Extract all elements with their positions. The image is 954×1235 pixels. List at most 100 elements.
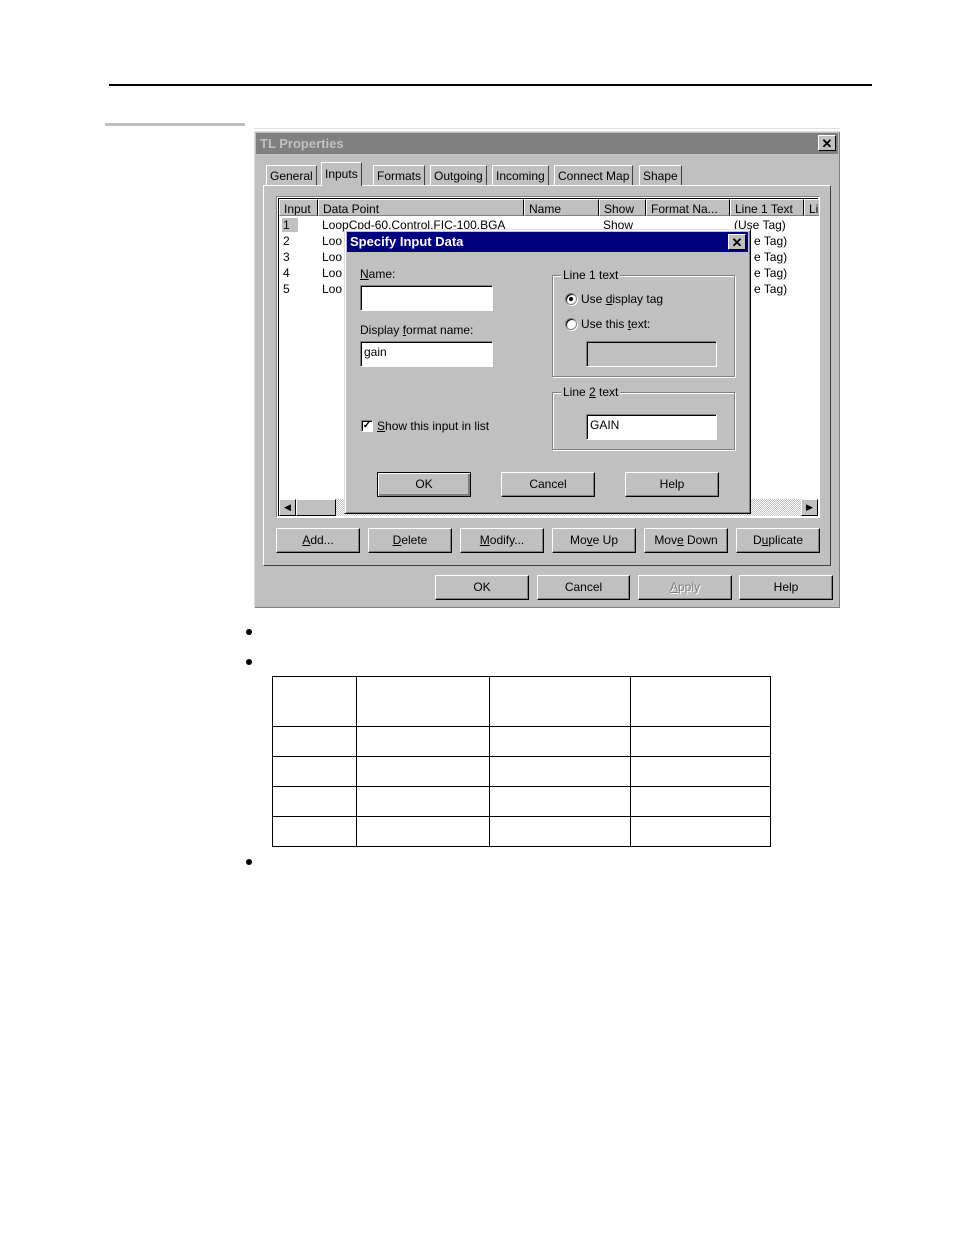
window-ok-button[interactable]: OK xyxy=(435,575,529,600)
table-cell xyxy=(489,786,631,817)
table-cell xyxy=(489,816,631,847)
dialog-title: Specify Input Data xyxy=(350,234,464,249)
dialog-help-button[interactable]: Help xyxy=(625,472,719,497)
window-top-edge xyxy=(254,128,840,129)
line1-custom-text-input[interactable] xyxy=(586,341,717,367)
display-format-input[interactable]: gain xyxy=(360,341,493,367)
table-row xyxy=(272,816,771,847)
tab-formats[interactable]: Formats xyxy=(373,165,426,185)
use-this-text-label[interactable]: Use this text: xyxy=(581,317,650,331)
tab-outgoing[interactable]: Outgoing xyxy=(430,165,487,185)
column-header-line2-text[interactable]: Li xyxy=(804,199,819,216)
tab-general[interactable]: General xyxy=(266,165,317,185)
name-input[interactable] xyxy=(360,285,493,311)
dialog-close-button[interactable]: ✕ xyxy=(728,234,746,250)
label-part: how this input in list xyxy=(385,419,490,433)
bullet-point xyxy=(246,659,252,665)
row-line1-text: e Tag) xyxy=(754,234,788,248)
table-cell xyxy=(356,726,490,757)
use-this-text-radio[interactable] xyxy=(565,318,577,330)
arrow-right-icon: ▶ xyxy=(806,502,813,512)
window-close-button[interactable]: ✕ xyxy=(818,135,836,151)
label-part: D xyxy=(752,533,762,547)
modify-button[interactable]: Modify... xyxy=(460,528,544,553)
table-row xyxy=(272,756,771,787)
close-icon: ✕ xyxy=(821,136,833,151)
tab-inputs[interactable]: Inputs xyxy=(321,162,362,186)
page-header-rule xyxy=(109,84,872,86)
arrow-left-icon: ◀ xyxy=(284,502,291,512)
column-header-line1-text[interactable]: Line 1 Text xyxy=(730,199,804,216)
column-header-name[interactable]: Name xyxy=(524,199,599,216)
column-header-data-point[interactable]: Data Point xyxy=(318,199,524,216)
table-cell xyxy=(272,756,357,787)
add-button[interactable]: Add... xyxy=(276,528,360,553)
dialog-cancel-button[interactable]: Cancel xyxy=(501,472,595,497)
bullet-point xyxy=(246,859,252,865)
table-row xyxy=(272,786,771,817)
label-part: elete xyxy=(401,533,428,547)
tab-connect-map[interactable]: Connect Map xyxy=(554,165,634,185)
label-part: e Up xyxy=(592,533,619,547)
window-apply-button[interactable]: Apply xyxy=(638,575,732,600)
scroll-right-button[interactable]: ▶ xyxy=(801,499,818,516)
table-cell xyxy=(356,676,490,727)
scroll-left-button[interactable]: ◀ xyxy=(279,499,296,516)
column-header-show[interactable]: Show xyxy=(599,199,646,216)
table-cell xyxy=(272,786,357,817)
row-input-number: 3 xyxy=(283,250,290,264)
window-cancel-button[interactable]: Cancel xyxy=(537,575,630,600)
row-line1-text: e Tag) xyxy=(754,266,788,280)
row-data-point: Loo xyxy=(322,250,343,264)
tab-incoming[interactable]: Incoming xyxy=(492,165,549,185)
use-display-tag-label[interactable]: Use display tag xyxy=(581,292,663,306)
label-part: Line xyxy=(563,385,590,399)
row-data-point: Loo xyxy=(322,282,343,296)
table-cell xyxy=(630,726,771,757)
label-part: odify... xyxy=(489,533,525,547)
name-label: Name: xyxy=(360,267,395,281)
mnemonic: D xyxy=(392,533,402,547)
duplicate-button[interactable]: Duplicate xyxy=(736,528,820,553)
show-in-list-label[interactable]: Show this input in list xyxy=(377,419,489,433)
specify-input-data-dialog: Specify Input Data ✕ Name: Display forma… xyxy=(344,229,751,514)
section-marker-rule xyxy=(105,123,245,126)
mnemonic: e xyxy=(676,533,684,547)
label-part: isplay tag xyxy=(612,292,664,306)
row-line1-text: e Tag) xyxy=(754,250,788,264)
move-down-button[interactable]: Move Down xyxy=(644,528,728,553)
label-part: Mo xyxy=(569,533,587,547)
label-part: Down xyxy=(683,533,718,547)
table-row xyxy=(272,726,771,757)
table-cell xyxy=(630,786,771,817)
tab-shape[interactable]: Shape xyxy=(639,165,682,185)
window-title: TL Properties xyxy=(260,136,344,151)
show-in-list-checkbox[interactable]: ✓ xyxy=(361,420,373,432)
table-header-row xyxy=(272,676,771,727)
bullet-point xyxy=(246,629,252,635)
table-cell xyxy=(489,726,631,757)
delete-button[interactable]: Delete xyxy=(368,528,452,553)
window-help-button[interactable]: Help xyxy=(739,575,833,600)
use-display-tag-radio[interactable] xyxy=(565,293,577,305)
mnemonic: M xyxy=(479,533,490,547)
mnemonic: N xyxy=(360,267,369,281)
mnemonic: S xyxy=(377,419,386,433)
row-input-number: 4 xyxy=(283,266,290,280)
window-titlebar[interactable]: TL Properties ✕ xyxy=(256,133,838,154)
label-part: Use this xyxy=(581,317,628,331)
document-table xyxy=(272,676,771,847)
dialog-titlebar[interactable]: Specify Input Data ✕ xyxy=(347,232,748,252)
column-header-format-name[interactable]: Format Na... xyxy=(646,199,730,216)
label-part: ormat name: xyxy=(406,323,474,337)
row-data-point: Loo xyxy=(322,266,343,280)
dialog-ok-button[interactable]: OK xyxy=(377,472,471,497)
column-header-input[interactable]: Input xyxy=(279,199,318,216)
label-part: ame: xyxy=(368,267,396,281)
scrollbar-thumb[interactable] xyxy=(296,499,336,516)
label-part: plicate xyxy=(768,533,804,547)
move-up-button[interactable]: Move Up xyxy=(552,528,636,553)
line1-text-group: Line 1 text Use display tag Use this tex… xyxy=(552,268,735,377)
line2-text-input[interactable]: GAIN xyxy=(586,414,717,440)
table-cell xyxy=(630,676,771,727)
